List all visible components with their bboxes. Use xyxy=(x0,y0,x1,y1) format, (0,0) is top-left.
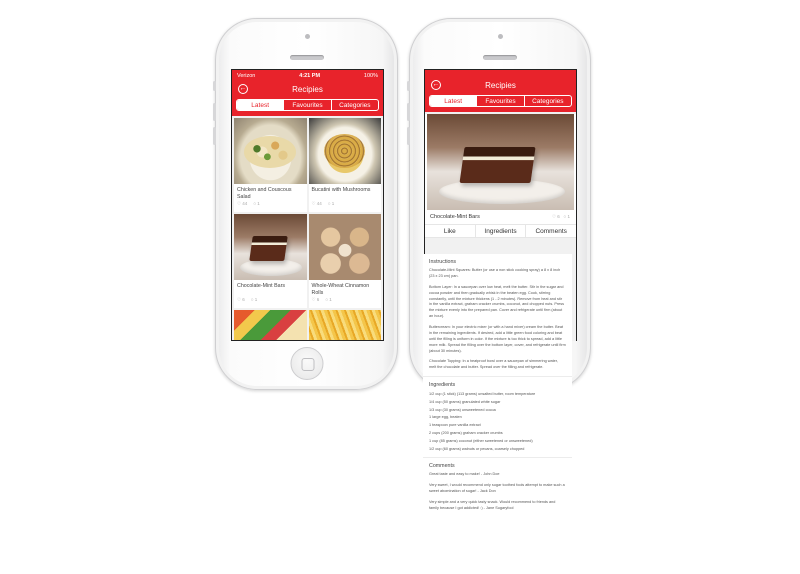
recipe-stats: ♡ 44 ○ 1 xyxy=(234,201,307,207)
recipe-title: Bucatini with Mushrooms xyxy=(311,187,371,193)
phone-frame-left: Verizon 4:21 PM 100% ← Recipies Latest F… xyxy=(213,18,398,390)
ingredient-item: 1/2 cup (1 stick) (113 grams) unsalted b… xyxy=(429,392,536,397)
battery-label: 100% xyxy=(363,72,378,79)
comment-icon: ○ 1 xyxy=(325,297,332,302)
heart-icon: ♡ 6 xyxy=(237,297,245,302)
nav-bar: ← Recipies xyxy=(425,77,576,93)
like-button[interactable]: Like xyxy=(425,225,475,237)
segmented-control: Latest Favourites Categories xyxy=(429,95,572,107)
ingredient-item: 1 cup (85 grams) coconut (either sweeten… xyxy=(429,438,533,443)
recipe-photo xyxy=(234,214,307,280)
ingredients-button[interactable]: Ingredients xyxy=(474,225,526,237)
recipe-title: Chicken and Couscous Salad xyxy=(237,187,292,200)
nav-title: Recipies xyxy=(485,80,516,90)
ingredient-item: 2 cups (200 grams) graham cracker crumbs xyxy=(429,431,503,436)
earpiece-speaker xyxy=(483,55,517,60)
volume-down-button xyxy=(407,127,410,145)
comment-item: Very simple and a very quick tasty snack… xyxy=(429,500,556,510)
tab-latest[interactable]: Latest xyxy=(237,100,284,110)
earpiece-speaker xyxy=(289,55,324,60)
recipe-stats: ♡ 6 ○ 1 xyxy=(234,297,307,303)
tab-categories[interactable]: Categories xyxy=(523,96,571,106)
recipe-card[interactable]: Chicken and Couscous Salad ♡ 44 ○ 1 xyxy=(234,118,307,212)
recipe-content-sheet: Instructions Chocolate-Mint Squares: But… xyxy=(423,254,572,517)
comment-icon: ○ 1 xyxy=(253,201,260,206)
screen-left: Verizon 4:21 PM 100% ← Recipies Latest F… xyxy=(231,69,384,341)
recipe-photo xyxy=(308,214,381,280)
recipe-photo xyxy=(234,310,307,340)
recipe-stats: ♡ 6 ○ 1 xyxy=(552,214,570,220)
recipe-card[interactable] xyxy=(234,310,307,340)
back-circle-icon[interactable]: ← xyxy=(431,80,441,90)
comment-icon: ○ 1 xyxy=(563,214,570,219)
segment-bar: Latest Favourites Categories xyxy=(425,93,576,112)
nav-title: Recipies xyxy=(292,84,323,94)
section-divider xyxy=(423,457,572,459)
ingredient-item: 1/2 cup (60 grams) walnuts or pecans, co… xyxy=(429,446,525,451)
back-circle-icon[interactable]: ← xyxy=(238,84,248,94)
recipe-detail: Chocolate-Mint Bars ♡ 6 ○ 1 Like Ingredi… xyxy=(425,114,576,238)
tab-favourites[interactable]: Favourites xyxy=(476,96,523,106)
comment-icon: ○ 1 xyxy=(250,297,258,302)
ingredients-heading: Ingredients xyxy=(429,382,456,389)
comment-item: Very sweet, I would recommend only sugar… xyxy=(429,483,565,494)
tab-latest[interactable]: Latest xyxy=(430,96,477,106)
heart-icon: ♡ 6 xyxy=(311,297,320,302)
instructions-heading: Instructions xyxy=(429,259,457,265)
heart-icon: ♡ 44 xyxy=(311,201,322,206)
recipe-photo xyxy=(234,118,307,184)
heart-icon: ♡ 6 xyxy=(551,214,560,219)
recipe-stats: ♡ 44 ○ 1 xyxy=(309,201,382,207)
ingredient-item: 1 large egg, beaten xyxy=(429,415,462,420)
recipe-stats: ♡ 6 ○ 1 xyxy=(309,297,382,303)
comment-icon: ○ 1 xyxy=(327,201,335,206)
recipe-card[interactable] xyxy=(308,310,381,340)
ingredient-item: 1 teaspoon pure vanilla extract xyxy=(429,423,481,428)
recipe-actions: Like Ingredients Comments xyxy=(425,224,576,238)
recipe-hero-photo xyxy=(427,114,574,210)
clock-label: 4:21 PM xyxy=(299,72,321,79)
carrier-label: Verizon xyxy=(237,72,256,79)
recipe-card[interactable]: Whole-Wheat Cinnamon Rolls ♡ 6 ○ 1 xyxy=(308,214,382,308)
mute-switch xyxy=(213,81,216,91)
recipe-card[interactable]: Bucatini with Mushrooms ♡ 44 ○ 1 xyxy=(308,118,382,212)
recipe-photo xyxy=(308,310,381,340)
recipe-grid: Chicken and Couscous Salad ♡ 44 ○ 1 Buca… xyxy=(232,116,383,340)
volume-down-button xyxy=(213,127,216,145)
mute-switch xyxy=(407,81,410,91)
ingredient-item: 1/3 cup (30 grams) unsweetened cocoa xyxy=(429,407,496,412)
instruction-paragraph: Chocolate-Mint Squares: Butter (or use a… xyxy=(429,268,561,278)
status-bar xyxy=(425,70,576,77)
instruction-paragraph: Bottom Layer: In a saucepan over low hea… xyxy=(429,284,565,319)
comments-heading: Comments xyxy=(429,463,455,470)
recipe-title: Chocolate-Mint Bars xyxy=(237,283,285,289)
front-camera xyxy=(498,34,503,39)
instruction-paragraph: Chocolate Topping: In a heatproof bowl o… xyxy=(429,359,558,370)
front-camera xyxy=(304,34,310,39)
status-bar: Verizon 4:21 PM 100% xyxy=(232,70,383,81)
heart-icon: ♡ 44 xyxy=(237,201,248,206)
comments-button[interactable]: Comments xyxy=(525,225,576,237)
section-divider xyxy=(423,376,572,378)
nav-bar: ← Recipies xyxy=(232,81,383,97)
instruction-paragraph: Buttercream: In your electric mixer (or … xyxy=(429,325,566,353)
recipe-title: Whole-Wheat Cinnamon Rolls xyxy=(311,283,370,296)
segment-bar: Latest Favourites Categories xyxy=(232,97,383,116)
tab-categories[interactable]: Categories xyxy=(330,100,378,110)
volume-up-button xyxy=(213,103,216,121)
segmented-control: Latest Favourites Categories xyxy=(236,99,379,111)
comment-item: Great taste and easy to make! - John Doe xyxy=(429,472,500,477)
recipe-card[interactable]: Chocolate-Mint Bars ♡ 6 ○ 1 xyxy=(234,214,307,308)
recipe-detail-title: Chocolate-Mint Bars ♡ 6 ○ 1 xyxy=(430,214,570,220)
ingredient-item: 1/4 cup (50 grams) granulated white suga… xyxy=(429,399,501,404)
recipe-photo xyxy=(308,118,381,184)
tab-favourites[interactable]: Favourites xyxy=(283,100,330,110)
volume-up-button xyxy=(407,103,410,121)
home-button[interactable] xyxy=(290,347,323,380)
